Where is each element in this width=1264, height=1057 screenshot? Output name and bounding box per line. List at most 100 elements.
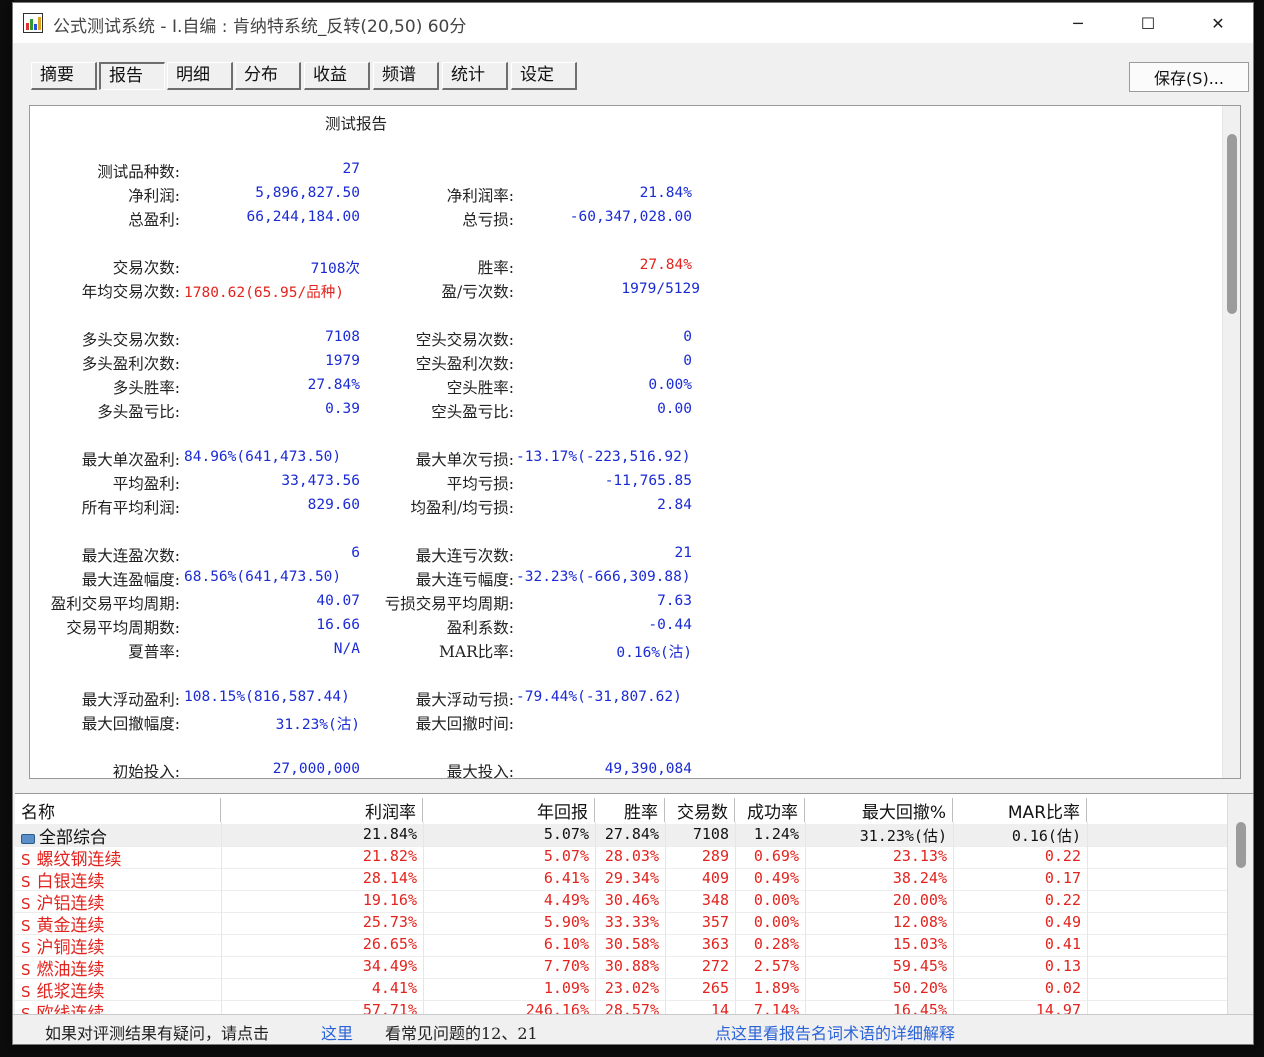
report-scrollbar[interactable]: [1222, 106, 1240, 778]
report-label: 总亏损:: [462, 211, 514, 229]
report-value: 2.84: [657, 497, 692, 513]
report-value: N/A: [333, 641, 360, 657]
column-divider: [423, 822, 424, 1015]
series-type-marker: S: [21, 873, 31, 889]
minimize-button[interactable]: ─: [1043, 3, 1113, 43]
maximize-button[interactable]: ☐: [1113, 3, 1183, 43]
report-value: -11,765.85: [604, 473, 692, 489]
cell-annual: 6.10%: [543, 935, 589, 953]
column-header-mar-ratio[interactable]: MAR比率: [953, 798, 1087, 823]
cell-success: 2.57%: [753, 957, 799, 975]
report-label: 交易平均周期数:: [66, 619, 180, 637]
report-value: 7108: [325, 329, 360, 345]
tab-settings[interactable]: 设定: [511, 62, 577, 90]
table-scrollbar[interactable]: [1227, 794, 1253, 1015]
report-label: 空头盈利次数:: [415, 355, 514, 373]
row-name: S 沪铜连续: [21, 933, 221, 955]
cell-profit: 25.73%: [362, 913, 417, 931]
column-header-profit-rate[interactable]: 利润率: [221, 798, 423, 823]
cell-profit: 21.84%: [362, 825, 417, 843]
column-header-annual-return[interactable]: 年回报: [423, 798, 595, 823]
save-button[interactable]: 保存(S)...: [1129, 62, 1249, 92]
instrument-name: 沪铝连续: [36, 894, 105, 911]
cell-trades: 289: [701, 847, 729, 865]
report-value: 16.66: [316, 617, 360, 633]
report-value: 0.00%: [648, 377, 692, 393]
column-divider: [1087, 822, 1088, 1015]
cell-trades: 409: [701, 869, 729, 887]
cell-drawdown: 23.13%: [892, 847, 947, 865]
report-value: 1780.62(65.95/品种): [184, 285, 344, 301]
summary-row[interactable]: 全部综合 21.84% 5.07% 27.84% 7108 1.24% 31.23%(估) 0…: [15, 824, 1227, 846]
column-header-max-drawdown[interactable]: 最大回撤%: [805, 798, 953, 823]
series-type-marker: S: [21, 851, 31, 867]
column-header-name[interactable]: 名称: [21, 798, 221, 823]
table-row[interactable]: S 欧线连续 57.71% 246.16% 28.57% 14 7.14% 16.45% 14.…: [15, 1000, 1227, 1015]
report-value: 27.84%: [307, 377, 360, 393]
table-row[interactable]: S 燃油连续 34.49% 7.70% 30.88% 272 2.57% 59.45% 0.13: [15, 956, 1227, 978]
report-label: 最大连亏幅度:: [415, 571, 514, 589]
cell-drawdown: 31.23%(估): [859, 827, 947, 845]
column-header-trades[interactable]: 交易数: [665, 798, 735, 823]
cell-profit: 19.16%: [362, 891, 417, 909]
window-title: 公式测试系统 - I.自编 : 肯纳特系统_反转(20,50) 60分: [53, 17, 467, 37]
results-table: 名称 利润率 年回报 胜率 交易数 成功率 最大回撤% MAR比率 全部综合 21…: [15, 793, 1253, 1015]
status-bar: 如果对评测结果有疑问，请点击 这里 看常见问题的12、21 点这里看报告名词术语…: [13, 1014, 1253, 1044]
column-divider: [221, 822, 222, 1015]
column-divider: [665, 822, 666, 1015]
row-name: S 螺纹钢连续: [21, 845, 221, 867]
cell-win: 30.46%: [604, 891, 659, 909]
tab-returns[interactable]: 收益: [304, 62, 370, 90]
cell-drawdown: 15.03%: [892, 935, 947, 953]
tab-spectrum[interactable]: 频谱: [373, 62, 439, 90]
report-value: -0.44: [648, 617, 692, 633]
cell-trades: 357: [701, 913, 729, 931]
tab-report[interactable]: 报告: [99, 62, 165, 90]
cell-annual: 4.49%: [543, 891, 589, 909]
table-row[interactable]: S 螺纹钢连续 21.82% 5.07% 28.03% 289 0.69% 23.13% 0.2…: [15, 846, 1227, 868]
report-value: -79.44%(-31,807.62): [516, 689, 682, 705]
cell-annual: 7.70%: [543, 957, 589, 975]
row-name: S 欧线连续: [21, 999, 221, 1015]
report-label: 亏损交易平均周期:: [384, 595, 514, 613]
help-link-here[interactable]: 这里: [321, 1020, 353, 1044]
table-row[interactable]: S 沪铝连续 19.16% 4.49% 30.46% 348 0.00% 20.00% 0.22: [15, 890, 1227, 912]
row-name: 全部综合: [21, 823, 221, 845]
table-row[interactable]: S 白银连续 28.14% 6.41% 29.34% 409 0.49% 38.24% 0.17: [15, 868, 1227, 890]
cell-mar: 0.16(估): [1011, 827, 1081, 845]
table-row[interactable]: S 黄金连续 25.73% 5.90% 33.33% 357 0.00% 12.08% 0.49: [15, 912, 1227, 934]
tab-statistics[interactable]: 统计: [442, 62, 508, 90]
cell-trades: 14: [710, 1001, 729, 1015]
report-label: 胜率:: [477, 259, 514, 277]
report-value: -60,347,028.00: [569, 209, 692, 225]
cell-win: 33.33%: [604, 913, 659, 931]
cell-profit: 28.14%: [362, 869, 417, 887]
report-value: -32.23%(-666,309.88): [516, 569, 691, 585]
tab-summary[interactable]: 摘要: [31, 62, 97, 90]
report-value: 7.63: [657, 593, 692, 609]
instrument-name: 全部综合: [39, 828, 107, 845]
column-divider: [805, 822, 806, 1015]
cell-profit: 57.71%: [362, 1001, 417, 1015]
report-label: 交易次数:: [112, 259, 180, 277]
status-faq-text: 看常见问题的12、21: [385, 1024, 538, 1043]
tab-distribution[interactable]: 分布: [235, 62, 301, 90]
close-button[interactable]: ✕: [1183, 3, 1253, 43]
report-label: 净利润率:: [446, 187, 514, 205]
report-value: 6: [351, 545, 360, 561]
report-scroll-thumb[interactable]: [1227, 134, 1237, 314]
column-header-win-rate[interactable]: 胜率: [595, 798, 665, 823]
column-header-success-rate[interactable]: 成功率: [735, 798, 805, 823]
series-type-marker: S: [21, 939, 31, 955]
table-header: 名称 利润率 年回报 胜率 交易数 成功率 最大回撤% MAR比率: [15, 794, 1227, 823]
cell-mar: 0.22: [1044, 847, 1081, 865]
table-row[interactable]: S 纸浆连续 4.41% 1.09% 23.02% 265 1.89% 50.20% 0.02: [15, 978, 1227, 1000]
table-row[interactable]: S 沪铜连续 26.65% 6.10% 30.58% 363 0.28% 15.03% 0.41: [15, 934, 1227, 956]
status-help-text: 如果对评测结果有疑问，请点击: [45, 1024, 270, 1043]
report-label: 最大回撤幅度:: [81, 715, 180, 733]
tab-detail[interactable]: 明细: [167, 62, 233, 90]
glossary-link[interactable]: 点这里看报告名词术语的详细解释: [715, 1020, 955, 1044]
cell-profit: 4.41%: [371, 979, 417, 997]
report-value: 40.07: [316, 593, 360, 609]
table-scroll-thumb[interactable]: [1236, 822, 1246, 868]
